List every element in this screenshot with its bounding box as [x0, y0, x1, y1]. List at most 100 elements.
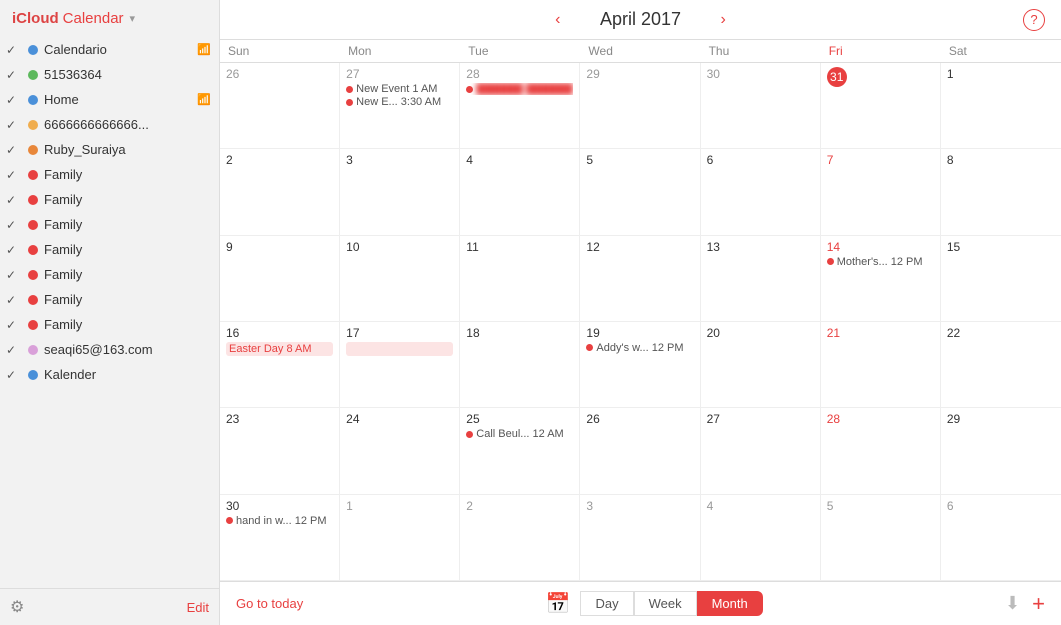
month-view-button[interactable]: Month [697, 591, 763, 616]
week-row-2: 9101112 13 14 Mother's... 12 PM 15 [220, 236, 1061, 322]
day-cell[interactable]: 16Easter Day 8 AM [220, 322, 340, 407]
day-cell[interactable]: 27 [701, 408, 821, 493]
day-cell[interactable]: 6 [701, 149, 821, 234]
sidebar-item-calendario[interactable]: ✓ Calendario 📶 [0, 37, 219, 62]
day-cell[interactable]: 10 [340, 236, 460, 321]
event[interactable]: Mother's... 12 PM [827, 256, 934, 268]
day-cell[interactable]: 6 [941, 495, 1061, 580]
bottom-toolbar: Go to today 📅 Day Week Month ⬇ + [220, 581, 1061, 625]
day-view-button[interactable]: Day [580, 591, 633, 616]
day-cell[interactable]: 14 Mother's... 12 PM [821, 236, 941, 321]
sidebar-item-seaqi[interactable]: ✓ seaqi65@163.com [0, 337, 219, 362]
day-cell[interactable]: 9 [220, 236, 340, 321]
calendar-header: ‹ April 2017 › ? [220, 0, 1061, 40]
day-cell[interactable]: 5 [580, 149, 700, 234]
add-event-button[interactable]: + [1032, 591, 1045, 617]
calendar-dot [28, 345, 38, 355]
sidebar-item-family6[interactable]: ✓ Family [0, 287, 219, 312]
day-cell[interactable]: 21 [821, 322, 941, 407]
day-cell[interactable]: 29 [941, 408, 1061, 493]
day-cell[interactable]: 30 [701, 63, 821, 148]
sidebar-item-label: Family [44, 317, 211, 332]
calendar-dot [28, 195, 38, 205]
day-cell[interactable]: 24 [340, 408, 460, 493]
sidebar-item-66666[interactable]: ✓ 6666666666666... [0, 112, 219, 137]
day-cell[interactable]: 26 [580, 408, 700, 493]
event[interactable]: ██████ ██████ [466, 83, 573, 95]
day-cell[interactable]: 31 [821, 63, 941, 148]
day-number: 1 [947, 67, 1055, 81]
sidebar-item-ruby[interactable]: ✓ Ruby_Suraiya [0, 137, 219, 162]
day-cell[interactable]: 12 [580, 236, 700, 321]
day-cell[interactable]: 5 [821, 495, 941, 580]
event[interactable] [346, 342, 453, 356]
day-cell[interactable]: 2 [220, 149, 340, 234]
day-cell[interactable]: 27 New Event 1 AMNew E... 3:30 AM [340, 63, 460, 148]
week-row-1: 2345678 [220, 149, 1061, 235]
sidebar-item-51536364[interactable]: ✓ 51536364 [0, 62, 219, 87]
day-cell[interactable]: 30hand in w... 12 PM [220, 495, 340, 580]
event[interactable]: New E... 3:30 AM [346, 96, 453, 108]
month-title: April 2017 [571, 9, 711, 30]
calendar-dot [28, 320, 38, 330]
day-cell[interactable]: 7 [821, 149, 941, 234]
sidebar-item-family4[interactable]: ✓ Family [0, 237, 219, 262]
day-number: 13 [707, 240, 814, 254]
calendar-dot [28, 145, 38, 155]
edit-button[interactable]: Edit [187, 600, 209, 615]
go-to-today-button[interactable]: Go to today [236, 596, 303, 611]
event-text: Addy's w... 12 PM [596, 342, 683, 354]
sidebar-item-family7[interactable]: ✓ Family [0, 312, 219, 337]
day-cell[interactable]: 8 [941, 149, 1061, 234]
day-cell[interactable]: 22 [941, 322, 1061, 407]
event[interactable]: hand in w... 12 PM [226, 515, 333, 527]
day-cell[interactable]: 29 [580, 63, 700, 148]
sidebar-item-family3[interactable]: ✓ Family [0, 212, 219, 237]
sidebar-item-family2[interactable]: ✓ Family [0, 187, 219, 212]
wifi-icon: 📶 [197, 43, 211, 56]
day-cell[interactable]: 23 [220, 408, 340, 493]
day-number: 27 [346, 67, 453, 81]
day-cell[interactable]: 25 Call Beul... 12 AM [460, 408, 580, 493]
day-cell[interactable]: 20 [701, 322, 821, 407]
week-view-button[interactable]: Week [634, 591, 697, 616]
day-number: 19 [586, 326, 693, 340]
help-button[interactable]: ? [1023, 9, 1045, 31]
prev-month-button[interactable]: ‹ [545, 11, 570, 29]
day-cell[interactable]: 4 [460, 149, 580, 234]
day-number: 25 [466, 412, 573, 426]
day-cell[interactable]: 3 [340, 149, 460, 234]
day-cell[interactable]: 13 [701, 236, 821, 321]
day-cell[interactable]: 17 [340, 322, 460, 407]
chevron-down-icon[interactable]: ▾ [130, 12, 136, 25]
day-cell[interactable]: 19 Addy's w... 12 PM [580, 322, 700, 407]
day-cell[interactable]: 4 [701, 495, 821, 580]
day-headers-row: SunMonTueWedThuFriSat [220, 40, 1061, 63]
sidebar-item-home[interactable]: ✓ Home 📶 [0, 87, 219, 112]
event[interactable]: Addy's w... 12 PM [586, 342, 693, 354]
sidebar-item-kalender[interactable]: ✓ Kalender [0, 362, 219, 387]
day-cell[interactable]: 18 [460, 322, 580, 407]
day-cell[interactable]: 26 [220, 63, 340, 148]
download-icon[interactable]: ⬇ [1005, 593, 1020, 614]
gear-icon[interactable]: ⚙ [10, 597, 24, 617]
day-cell[interactable]: 3 [580, 495, 700, 580]
sidebar-item-family5[interactable]: ✓ Family [0, 262, 219, 287]
event-text: ██████ ██████ [476, 83, 573, 95]
next-month-button[interactable]: › [711, 11, 736, 29]
day-cell[interactable]: 2 [460, 495, 580, 580]
day-cell[interactable]: 15 [941, 236, 1061, 321]
event[interactable]: Easter Day 8 AM [226, 342, 333, 356]
day-cell[interactable]: 28██████ ██████ [460, 63, 580, 148]
day-cell[interactable]: 28 [821, 408, 941, 493]
day-cell[interactable]: 1 [941, 63, 1061, 148]
sidebar-item-label: Family [44, 217, 211, 232]
day-cell[interactable]: 1 [340, 495, 460, 580]
event[interactable]: Call Beul... 12 AM [466, 428, 573, 440]
event[interactable]: New Event 1 AM [346, 83, 453, 95]
day-number: 14 [827, 240, 934, 254]
check-icon: ✓ [6, 343, 22, 357]
day-cell[interactable]: 11 [460, 236, 580, 321]
sidebar-item-family1[interactable]: ✓ Family [0, 162, 219, 187]
calendar-icon[interactable]: 📅 [546, 591, 571, 616]
